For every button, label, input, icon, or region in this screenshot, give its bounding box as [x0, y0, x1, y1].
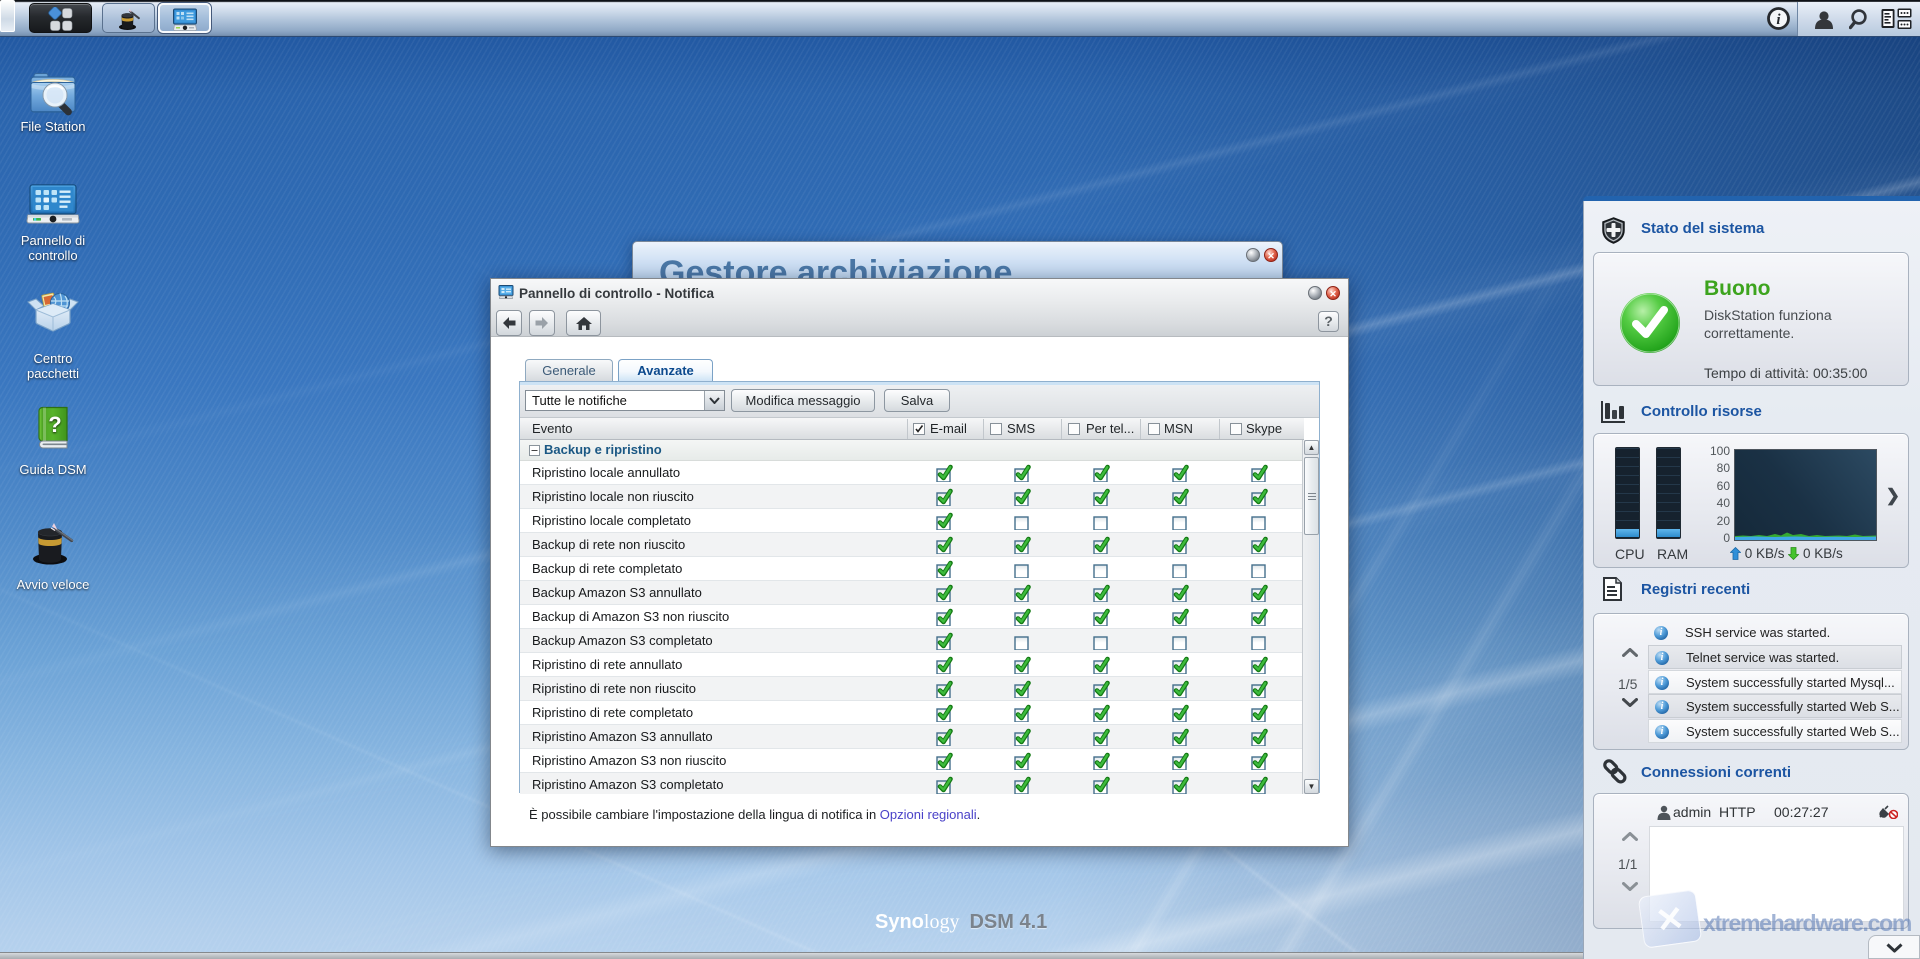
svg-text:?: ? [48, 412, 61, 437]
